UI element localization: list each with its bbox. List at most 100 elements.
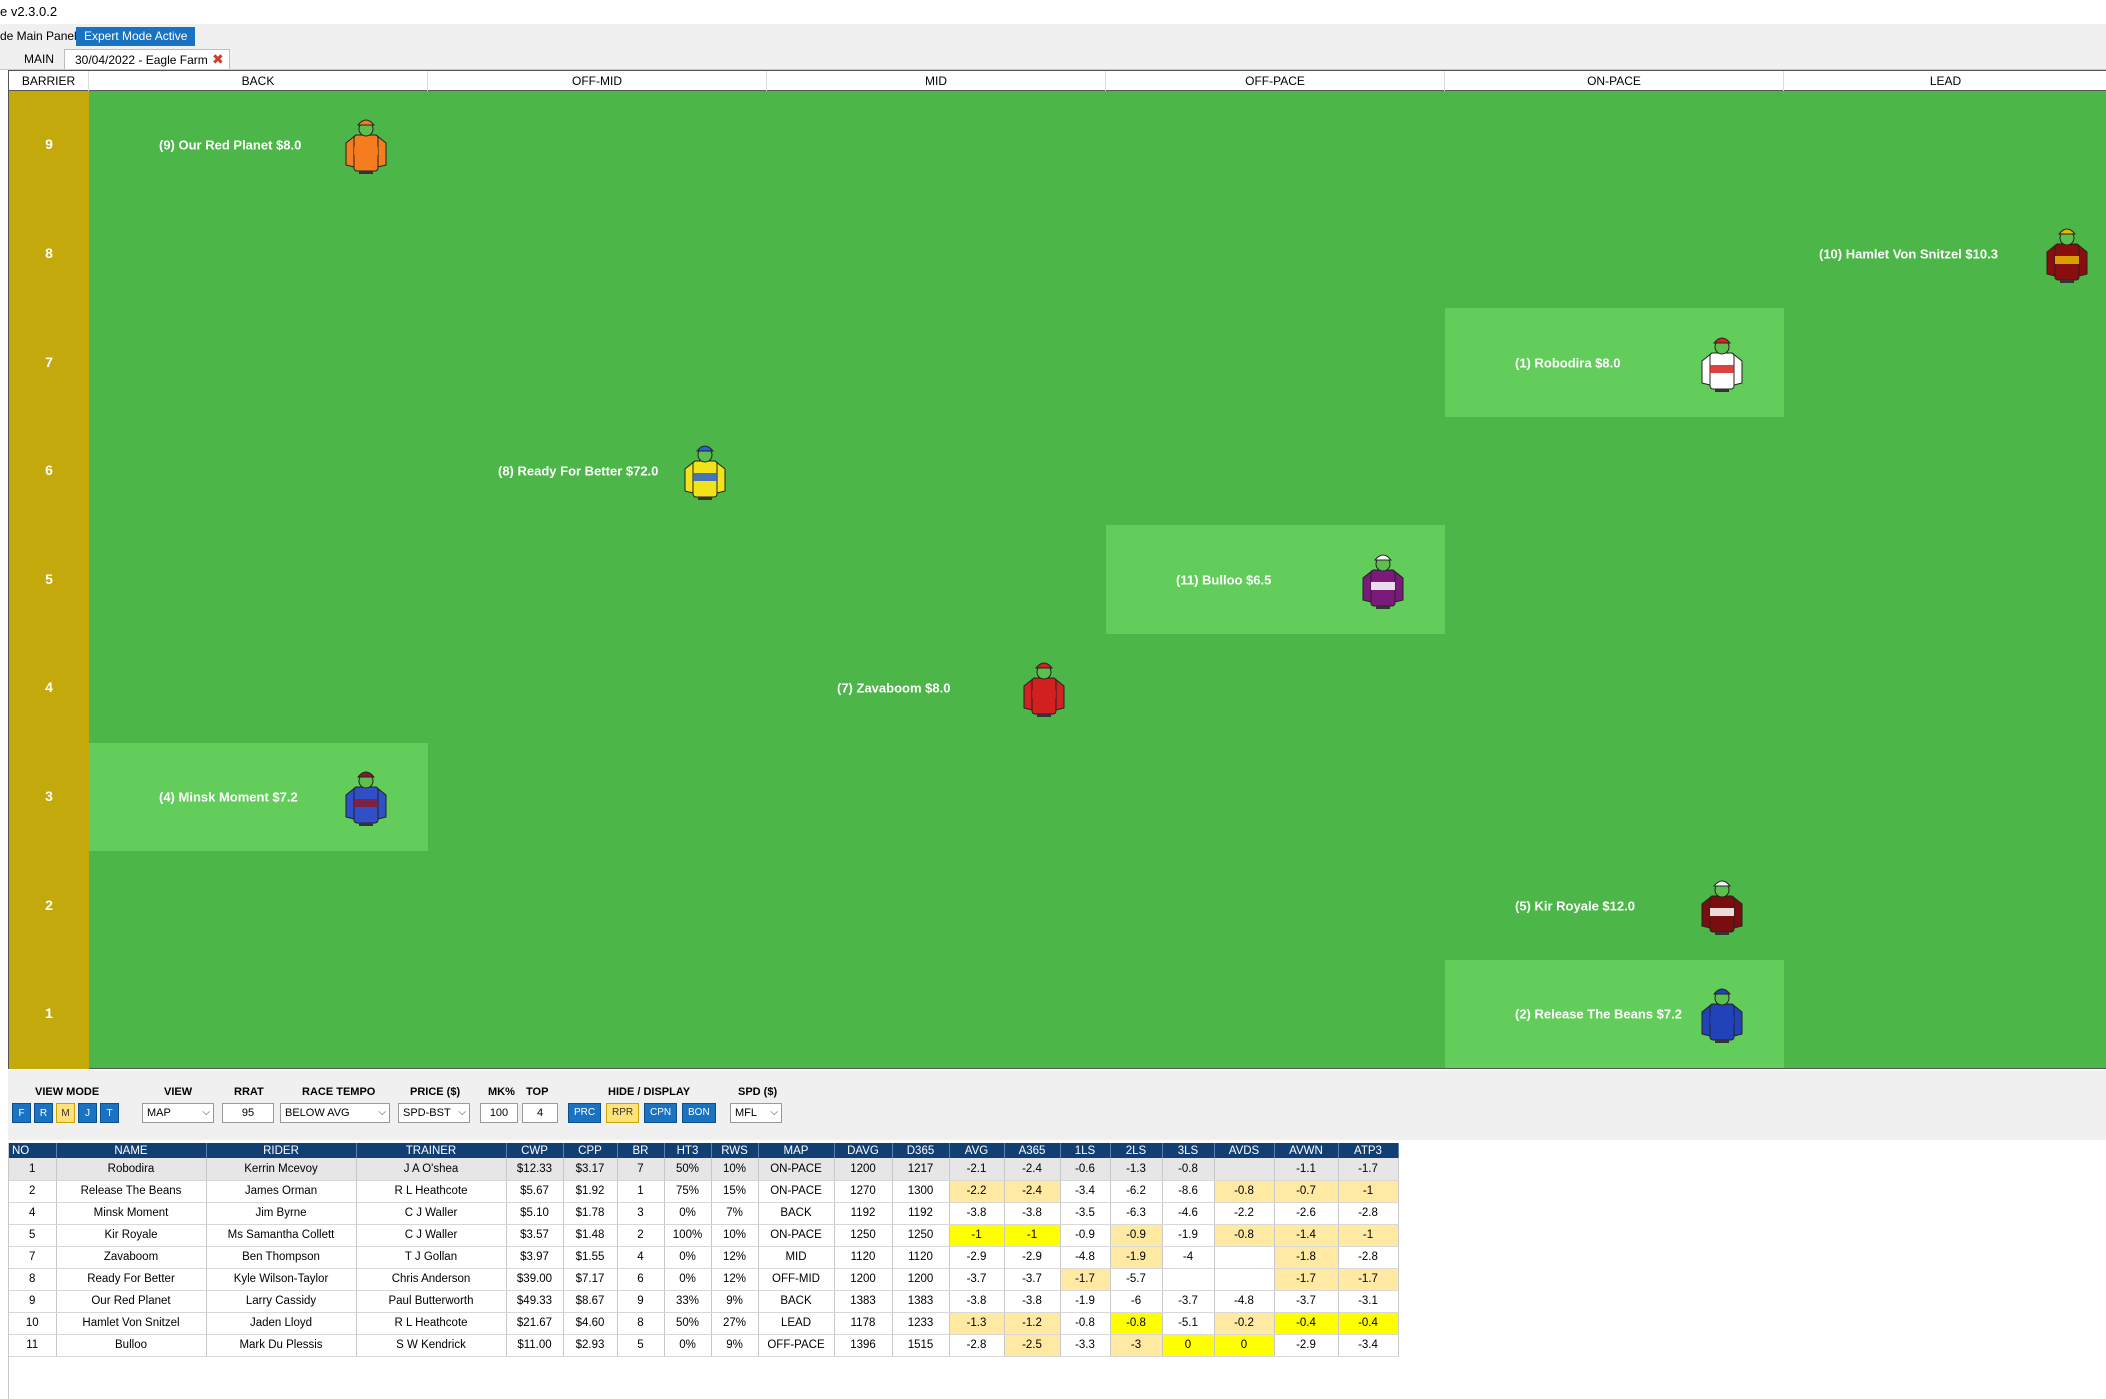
runners-table: NO NAME RIDER TRAINER CWP CPP BR HT3 RWS MAP DAVG D… bbox=[8, 1143, 2106, 1399]
table-cell: -1.7 bbox=[1274, 1268, 1339, 1291]
race-tempo-select[interactable]: BELOW AVG ⌵ bbox=[280, 1103, 390, 1123]
table-cell: -5.1 bbox=[1162, 1312, 1215, 1335]
column-header[interactable]: A365 bbox=[1004, 1143, 1061, 1158]
menu-bar: de Main Panel Expert Mode Active bbox=[0, 24, 2106, 48]
view-mode-f-button[interactable]: F bbox=[12, 1103, 31, 1123]
column-header[interactable]: RIDER bbox=[206, 1143, 357, 1158]
column-header[interactable]: 3LS bbox=[1162, 1143, 1215, 1158]
view-mode-t-button[interactable]: T bbox=[100, 1103, 119, 1123]
column-header[interactable]: AVDS bbox=[1214, 1143, 1275, 1158]
barrier-number: 9 bbox=[45, 136, 53, 153]
top-input[interactable]: 4 bbox=[522, 1103, 558, 1123]
table-cell: -1 bbox=[1338, 1224, 1399, 1247]
table-cell: 27% bbox=[711, 1312, 759, 1335]
silk-blue-maroon-hoops-icon bbox=[345, 771, 387, 826]
table-cell: 2 bbox=[617, 1224, 665, 1247]
runner-label[interactable]: (9) Our Red Planet $8.0 bbox=[159, 138, 301, 153]
spd-select[interactable]: MFL ⌵ bbox=[730, 1103, 782, 1123]
runner-label[interactable]: (11) Bulloo $6.5 bbox=[1176, 572, 1271, 587]
table-cell: James Orman bbox=[206, 1180, 357, 1203]
table-cell: 12% bbox=[711, 1268, 759, 1291]
tab-race[interactable]: 30/04/2022 - Eagle Farm bbox=[64, 49, 230, 69]
table-cell: -0.8 bbox=[1162, 1158, 1215, 1181]
table-cell: -1.8 bbox=[1274, 1246, 1339, 1269]
column-header[interactable]: TRAINER bbox=[356, 1143, 507, 1158]
table-cell: -6.2 bbox=[1110, 1180, 1163, 1203]
table-cell: ON-PACE bbox=[758, 1180, 835, 1203]
column-header[interactable]: AVWN bbox=[1274, 1143, 1339, 1158]
table-cell: Hamlet Von Snitzel bbox=[56, 1312, 207, 1335]
column-header[interactable]: RWS bbox=[711, 1143, 759, 1158]
table-row[interactable]: 1 Robodira Kerrin Mcevoy J A O'shea $12.33 $3… bbox=[9, 1158, 1399, 1181]
table-cell: -4 bbox=[1162, 1246, 1215, 1269]
column-header[interactable]: NAME bbox=[56, 1143, 207, 1158]
table-cell: $3.57 bbox=[506, 1224, 564, 1247]
column-header[interactable]: DAVG bbox=[834, 1143, 893, 1158]
column-header[interactable]: AVG bbox=[949, 1143, 1005, 1158]
table-cell: $4.60 bbox=[563, 1312, 618, 1335]
column-header[interactable]: BR bbox=[617, 1143, 665, 1158]
runner-label[interactable]: (1) Robodira $8.0 bbox=[1515, 355, 1620, 370]
table-cell: 0% bbox=[664, 1246, 712, 1269]
table-cell: $5.10 bbox=[506, 1202, 564, 1225]
table-row[interactable]: 2 Release The Beans James Orman R L Heathco… bbox=[9, 1180, 1399, 1203]
column-header[interactable]: D365 bbox=[892, 1143, 950, 1158]
table-cell: -4.8 bbox=[1214, 1290, 1275, 1313]
top-label: TOP bbox=[526, 1086, 549, 1098]
table-cell: LEAD bbox=[758, 1312, 835, 1335]
column-header[interactable]: MAP bbox=[758, 1143, 835, 1158]
close-tab-icon[interactable]: ✖ bbox=[212, 51, 224, 67]
table-cell: Kerrin Mcevoy bbox=[206, 1158, 357, 1181]
column-header[interactable]: CWP bbox=[506, 1143, 564, 1158]
view-mode-m-button[interactable]: M bbox=[56, 1103, 75, 1123]
table-cell: Kyle Wilson-Taylor bbox=[206, 1268, 357, 1291]
runner-label[interactable]: (5) Kir Royale $12.0 bbox=[1515, 898, 1635, 913]
column-header[interactable]: ATP3 bbox=[1338, 1143, 1399, 1158]
table-row[interactable]: 10 Hamlet Von Snitzel Jaden Lloyd R L Heath… bbox=[9, 1312, 1399, 1335]
table-cell: -5.7 bbox=[1110, 1268, 1163, 1291]
table-row[interactable]: 9 Our Red Planet Larry Cassidy Paul Butterw… bbox=[9, 1290, 1399, 1313]
barrier-number: 7 bbox=[45, 353, 53, 370]
column-header[interactable]: HT3 bbox=[664, 1143, 712, 1158]
table-cell: -0.2 bbox=[1214, 1312, 1275, 1335]
column-header[interactable]: 1LS bbox=[1060, 1143, 1111, 1158]
table-cell: Ready For Better bbox=[56, 1268, 207, 1291]
rpr-button[interactable]: RPR bbox=[606, 1103, 640, 1123]
table-cell: -3.7 bbox=[1274, 1290, 1339, 1313]
table-cell: 5 bbox=[617, 1334, 665, 1357]
table-row[interactable]: 4 Minsk Moment Jim Byrne C J Waller $5.10 $1.… bbox=[9, 1202, 1399, 1225]
rrat-input[interactable]: 95 bbox=[222, 1103, 274, 1123]
view-mode-j-button[interactable]: J bbox=[78, 1103, 97, 1123]
table-row[interactable]: 5 Kir Royale Ms Samantha Collett C J Waller… bbox=[9, 1224, 1399, 1247]
table-cell: 1270 bbox=[834, 1180, 893, 1203]
table-row[interactable]: 8 Ready For Better Kyle Wilson-Taylor Chris… bbox=[9, 1268, 1399, 1291]
column-header[interactable]: 2LS bbox=[1110, 1143, 1163, 1158]
runner-label[interactable]: (4) Minsk Moment $7.2 bbox=[159, 789, 298, 804]
table-cell: 2 bbox=[9, 1180, 57, 1203]
runner-label[interactable]: (10) Hamlet Von Snitzel $10.3 bbox=[1819, 246, 1998, 261]
column-header[interactable]: CPP bbox=[563, 1143, 618, 1158]
table-row[interactable]: 11 Bulloo Mark Du Plessis S W Kendrick $11.0… bbox=[9, 1334, 1399, 1357]
expert-mode-badge[interactable]: Expert Mode Active bbox=[76, 27, 196, 46]
bon-button[interactable]: BON bbox=[682, 1103, 716, 1123]
table-cell: -1.3 bbox=[1110, 1158, 1163, 1181]
runner-label[interactable]: (2) Release The Beans $7.2 bbox=[1515, 1007, 1682, 1022]
column-header[interactable]: NO bbox=[9, 1143, 57, 1158]
table-cell: -0.9 bbox=[1110, 1224, 1163, 1247]
price-select[interactable]: SPD-BST ⌵ bbox=[398, 1103, 470, 1123]
chevron-down-icon: ⌵ bbox=[770, 1107, 778, 1118]
table-cell: -2.8 bbox=[1338, 1246, 1399, 1269]
table-row[interactable]: 7 Zavaboom Ben Thompson T J Gollan $3.97 $1.5… bbox=[9, 1246, 1399, 1269]
mk-input[interactable]: 100 bbox=[480, 1103, 518, 1123]
view-label: VIEW bbox=[164, 1086, 193, 1098]
runner-label[interactable]: (8) Ready For Better $72.0 bbox=[498, 464, 658, 479]
tab-main[interactable]: MAIN bbox=[14, 49, 64, 69]
cpn-button[interactable]: CPN bbox=[644, 1103, 678, 1123]
view-select[interactable]: MAP ⌵ bbox=[142, 1103, 214, 1123]
prc-button[interactable]: PRC bbox=[568, 1103, 602, 1123]
runner-label[interactable]: (7) Zavaboom $8.0 bbox=[837, 681, 950, 696]
table-body: 1 Robodira Kerrin Mcevoy J A O'shea $12.33 $3… bbox=[9, 1158, 1399, 1357]
table-cell: -3.8 bbox=[1004, 1202, 1061, 1225]
view-mode-r-button[interactable]: R bbox=[34, 1103, 53, 1123]
hide-main-panel-button[interactable]: de Main Panel bbox=[0, 24, 77, 48]
